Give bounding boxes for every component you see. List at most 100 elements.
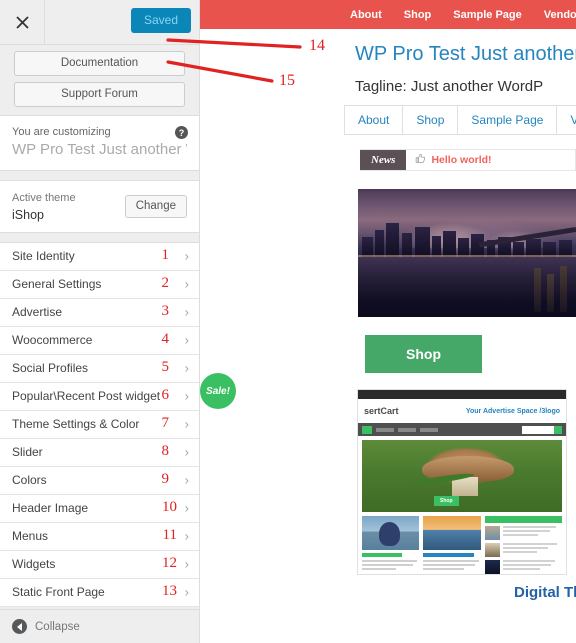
annotation-number: 11 bbox=[162, 527, 177, 544]
sidebar-item-label: Static Front Page bbox=[12, 585, 105, 599]
sidebar-item-slider[interactable]: Slider 8 › bbox=[0, 438, 199, 467]
news-ticker: News Hello world! bbox=[360, 149, 576, 171]
annotation-number: 5 bbox=[161, 359, 170, 376]
sidebar-item-site-identity[interactable]: Site Identity 1 › bbox=[0, 242, 199, 271]
chevron-right-icon: › bbox=[184, 472, 189, 488]
shop-button-wrap: Shop bbox=[200, 317, 576, 373]
sidebar-item-widgets[interactable]: Widgets 12 › bbox=[0, 550, 199, 579]
annotation-number: 8 bbox=[161, 443, 170, 460]
chevron-right-icon: › bbox=[184, 248, 189, 264]
customizer-section-list: Site Identity 1 › General Settings 2 › Adverti… bbox=[0, 241, 199, 607]
preview-site-header: WP Pro Test Just another Tagline: Just a… bbox=[200, 29, 576, 105]
chevron-right-icon: › bbox=[184, 500, 189, 516]
annotation-number: 13 bbox=[162, 583, 177, 600]
topnav-link[interactable]: Sample Page bbox=[453, 9, 521, 21]
collapse-label: Collapse bbox=[35, 620, 80, 633]
customizer-sidebar: Saved Documentation Support Forum You ar… bbox=[0, 0, 200, 643]
save-button[interactable]: Saved bbox=[130, 8, 191, 34]
sidebar-item-label: General Settings bbox=[12, 277, 102, 291]
chevron-right-icon: › bbox=[184, 388, 189, 404]
annotation-number: 7 bbox=[161, 415, 170, 432]
sidebar-item-general-settings[interactable]: General Settings 2 › bbox=[0, 270, 199, 299]
hero-image-wrap bbox=[200, 171, 576, 317]
news-ticker-body: Hello world! bbox=[406, 150, 492, 170]
mainnav-link[interactable]: Sample Page bbox=[458, 105, 558, 135]
sidebar-item-label: Header Image bbox=[12, 501, 89, 515]
product-title[interactable]: Digital Theme bbox=[357, 584, 576, 601]
sidebar-item-label: Woocommerce bbox=[12, 333, 93, 347]
sidebar-item-static-front-page[interactable]: Static Front Page 13 › bbox=[0, 578, 199, 607]
change-theme-button[interactable]: Change bbox=[124, 195, 187, 218]
sidebar-item-popular-recent-post-widget[interactable]: Popular\Recent Post widget 6 › bbox=[0, 382, 199, 411]
product-screenshot-image[interactable]: sertCart Your Advertise Space /3logo Sho… bbox=[357, 389, 567, 575]
annotation-number: 10 bbox=[162, 499, 177, 516]
sidebar-item-social-profiles[interactable]: Social Profiles 5 › bbox=[0, 354, 199, 383]
support-forum-button[interactable]: Support Forum bbox=[14, 82, 185, 107]
chevron-right-icon: › bbox=[184, 276, 189, 292]
sidebar-link-buttons: Documentation Support Forum bbox=[0, 45, 199, 115]
sidebar-spacer-2 bbox=[0, 232, 199, 242]
documentation-button[interactable]: Documentation bbox=[14, 51, 185, 76]
sidebar-item-theme-settings-color[interactable]: Theme Settings & Color 7 › bbox=[0, 410, 199, 439]
product-block: Sale! sertCart Your Advertise Space /3lo… bbox=[200, 373, 576, 601]
hero-city-skyline-image bbox=[358, 189, 576, 317]
topnav-link[interactable]: Vendor Dashboard bbox=[544, 9, 576, 21]
customizing-info: You are customizing WP Pro Test Just ano… bbox=[0, 115, 199, 171]
mainnav-link[interactable]: Shop bbox=[403, 105, 459, 135]
sidebar-item-label: Popular\Recent Post widget bbox=[12, 389, 161, 403]
sidebar-item-label: Theme Settings & Color bbox=[12, 417, 140, 431]
sale-badge: Sale! bbox=[200, 373, 236, 409]
sidebar-item-label: Slider bbox=[12, 445, 43, 459]
annotation-number: 2 bbox=[161, 275, 170, 292]
sidebar-item-label: Site Identity bbox=[12, 249, 75, 263]
chevron-right-icon: › bbox=[184, 416, 189, 432]
topnav-link[interactable]: Shop bbox=[404, 9, 432, 21]
sidebar-header: Saved bbox=[0, 0, 199, 45]
chevron-right-icon: › bbox=[184, 556, 189, 572]
close-icon[interactable] bbox=[0, 0, 45, 44]
chevron-right-icon: › bbox=[184, 332, 189, 348]
active-theme-name: iShop bbox=[12, 207, 44, 222]
help-icon[interactable]: ? bbox=[175, 126, 188, 139]
chevron-right-icon: › bbox=[184, 360, 189, 376]
chevron-right-icon: › bbox=[184, 528, 189, 544]
topnav-link[interactable]: About bbox=[350, 9, 382, 21]
annotation-number: 9 bbox=[161, 471, 170, 488]
site-preview: AboutShopSample PageVendor Dashboard WP … bbox=[200, 0, 576, 643]
product-screenshot-ad-text: Your Advertise Space /3logo bbox=[465, 407, 560, 415]
chevron-right-icon: › bbox=[184, 584, 189, 600]
sidebar-item-colors[interactable]: Colors 9 › bbox=[0, 466, 199, 495]
shop-button[interactable]: Shop bbox=[365, 335, 482, 373]
sidebar-item-label: Advertise bbox=[12, 305, 63, 319]
annotation-number: 12 bbox=[162, 555, 177, 572]
thumbs-up-icon bbox=[415, 151, 426, 169]
chevron-right-icon: › bbox=[184, 444, 189, 460]
preview-top-navigation: About Shop Sample Page Vendor Dashboard bbox=[200, 0, 576, 29]
customizer-screen: Saved Documentation Support Forum You ar… bbox=[0, 0, 576, 643]
sidebar-item-label: Menus bbox=[12, 529, 49, 543]
chevron-right-icon: › bbox=[184, 304, 189, 320]
annotation-number: 1 bbox=[161, 247, 170, 264]
collapse-button[interactable]: Collapse bbox=[0, 609, 199, 643]
sidebar-item-header-image[interactable]: Header Image 10 › bbox=[0, 494, 199, 523]
mainnav-link[interactable]: Vendor Da bbox=[557, 106, 576, 135]
sidebar-spacer bbox=[0, 171, 199, 180]
annotation-number: 3 bbox=[161, 303, 170, 320]
active-theme-label: Active theme bbox=[12, 192, 76, 204]
sidebar-item-menus[interactable]: Menus 11 › bbox=[0, 522, 199, 551]
news-ticker-text[interactable]: Hello world! bbox=[431, 154, 491, 166]
sidebar-item-advertise[interactable]: Advertise 3 › bbox=[0, 298, 199, 327]
preview-site-title[interactable]: WP Pro Test Just another bbox=[355, 43, 576, 66]
annotation-number: 6 bbox=[161, 387, 170, 404]
collapse-arrow-icon bbox=[12, 619, 27, 634]
mainnav-link[interactable]: About bbox=[344, 105, 404, 135]
product-screenshot-logo: sertCart bbox=[364, 406, 399, 416]
preview-main-navigation: AboutShopSample PageVendor Da bbox=[344, 105, 576, 135]
customizing-site-name: WP Pro Test Just another W... bbox=[12, 141, 187, 158]
sidebar-item-label: Widgets bbox=[12, 557, 56, 571]
annotation-number: 4 bbox=[161, 331, 170, 348]
news-ticker-tag: News bbox=[360, 150, 407, 170]
sidebar-item-woocommerce[interactable]: Woocommerce 4 › bbox=[0, 326, 199, 355]
customizing-eyebrow: You are customizing bbox=[12, 126, 111, 138]
preview-site-tagline: Tagline: Just another WordP bbox=[355, 78, 544, 95]
